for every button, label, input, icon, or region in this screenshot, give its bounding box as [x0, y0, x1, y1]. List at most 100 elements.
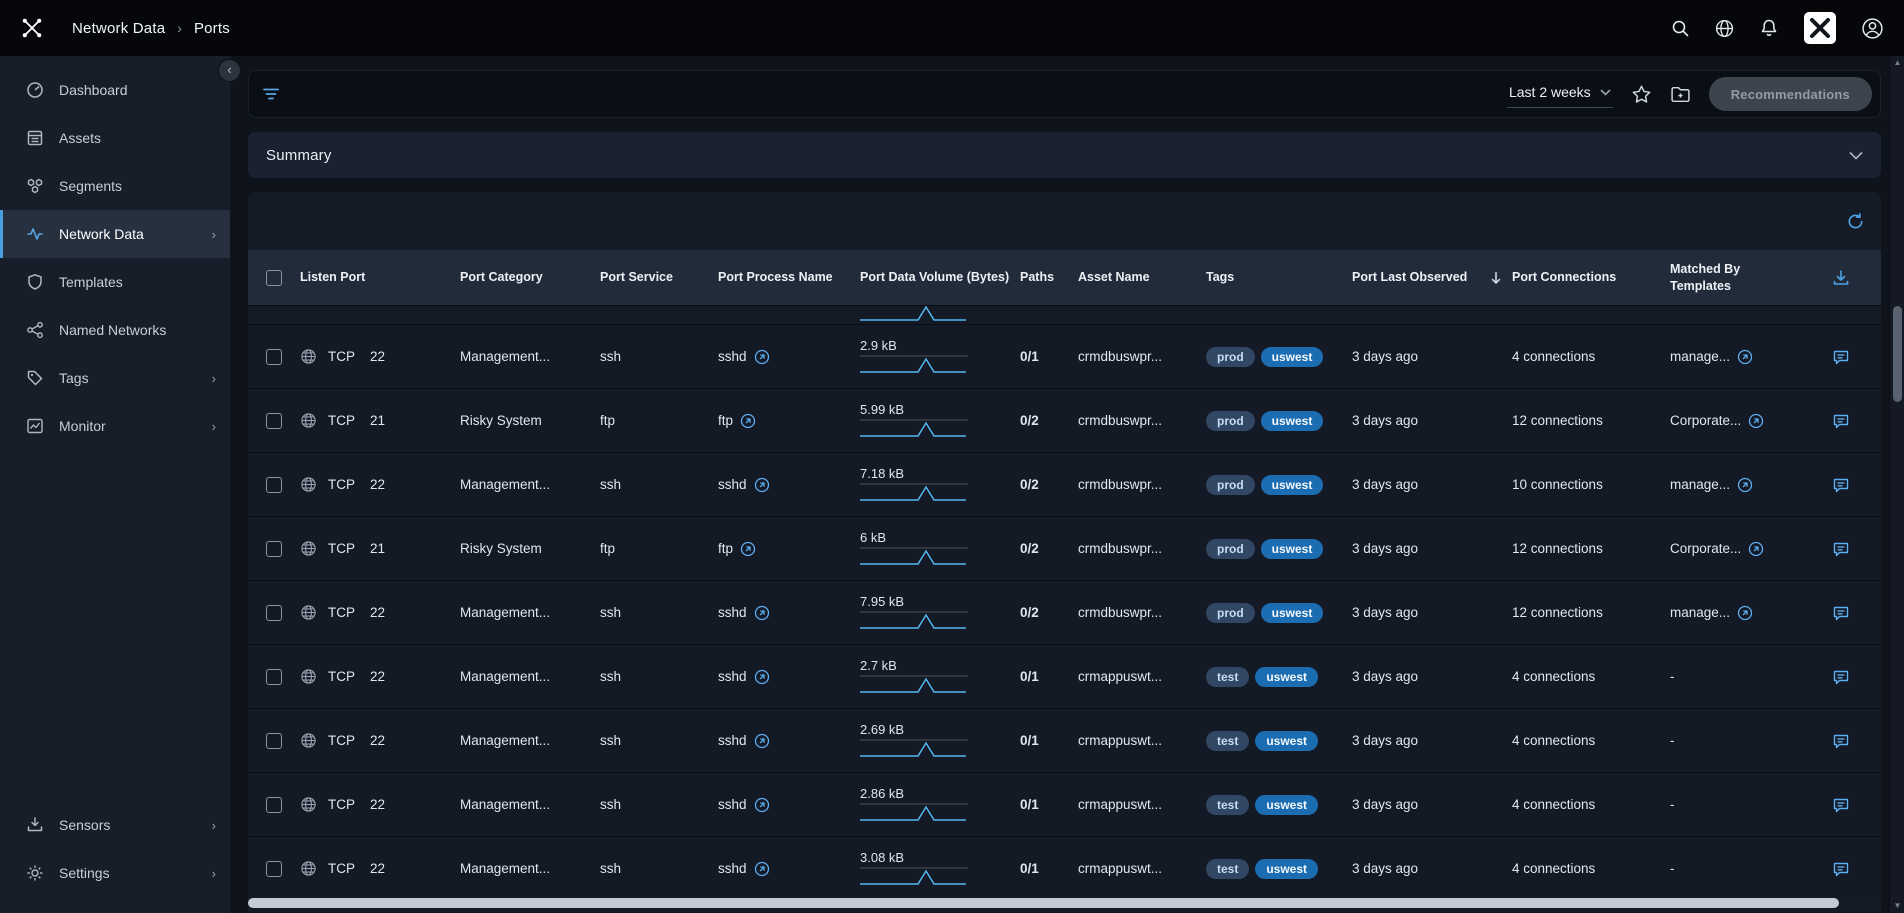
brand-badge-icon[interactable]: [1803, 11, 1837, 45]
asset-name-value[interactable]: crmappuswt...: [1078, 861, 1162, 876]
table-row[interactable]: TCP 21 Risky System ftp ftp 6 kB 0/2 crm…: [248, 516, 1881, 580]
asset-name-value[interactable]: crmdbuswpr...: [1078, 477, 1162, 492]
header-port-connections[interactable]: Port Connections: [1512, 269, 1670, 285]
open-process-link-icon[interactable]: [740, 541, 756, 557]
table-row[interactable]: TCP 21 Risky System ftp ftp 5.99 kB 0/2 …: [248, 388, 1881, 452]
sidebar-item-segments[interactable]: Segments: [0, 162, 230, 210]
paths-value[interactable]: 0/2: [1020, 541, 1039, 556]
horizontal-scrollbar[interactable]: [248, 898, 1871, 908]
open-template-link-icon[interactable]: [1737, 605, 1753, 621]
table-row[interactable]: TCP 22 Management... ssh sshd 2.86 kB 0/…: [248, 772, 1881, 836]
open-process-link-icon[interactable]: [754, 669, 770, 685]
vertical-scrollbar-thumb[interactable]: [1893, 306, 1902, 402]
row-checkbox[interactable]: [266, 413, 282, 429]
table-row[interactable]: TCP 22 Management... ssh sshd 2.9 kB 0/1…: [248, 324, 1881, 388]
open-process-link-icon[interactable]: [740, 413, 756, 429]
header-listen-port[interactable]: Listen Port: [300, 269, 460, 285]
header-port-service[interactable]: Port Service: [600, 269, 718, 285]
comments-icon[interactable]: [1832, 412, 1850, 430]
sort-descending-icon[interactable]: [1490, 271, 1502, 285]
search-icon[interactable]: [1670, 18, 1690, 38]
scroll-up-arrow[interactable]: ▲: [1890, 56, 1904, 70]
paths-value[interactable]: 0/1: [1020, 349, 1039, 364]
open-process-link-icon[interactable]: [754, 605, 770, 621]
time-range-select[interactable]: Last 2 weeks: [1507, 80, 1613, 108]
open-template-link-icon[interactable]: [1737, 349, 1753, 365]
favorite-star-icon[interactable]: [1631, 84, 1652, 105]
comments-icon[interactable]: [1832, 476, 1850, 494]
sidebar-item-tags[interactable]: Tags ›: [0, 354, 230, 402]
app-logo-icon[interactable]: [20, 16, 44, 40]
row-checkbox[interactable]: [266, 733, 282, 749]
download-icon[interactable]: [1832, 269, 1850, 287]
paths-value[interactable]: 0/1: [1020, 733, 1039, 748]
row-checkbox[interactable]: [266, 861, 282, 877]
header-port-last-observed[interactable]: Port Last Observed: [1352, 269, 1512, 285]
header-port-category[interactable]: Port Category: [460, 269, 600, 285]
table-row[interactable]: TCP 22 Management... ssh sshd 7.95 kB 0/…: [248, 580, 1881, 644]
comments-icon[interactable]: [1832, 668, 1850, 686]
row-checkbox[interactable]: [266, 541, 282, 557]
notifications-bell-icon[interactable]: [1759, 18, 1779, 38]
asset-name-value[interactable]: crmappuswt...: [1078, 797, 1162, 812]
paths-value[interactable]: 0/1: [1020, 861, 1039, 876]
sidebar-item-monitor[interactable]: Monitor ›: [0, 402, 230, 450]
header-matched-by-templates[interactable]: Matched By Templates: [1670, 261, 1802, 294]
row-checkbox[interactable]: [266, 477, 282, 493]
header-port-process-name[interactable]: Port Process Name: [718, 269, 860, 285]
filter-icon[interactable]: [261, 84, 281, 104]
chevron-down-icon[interactable]: [1849, 151, 1863, 160]
asset-name-value[interactable]: crmdbuswpr...: [1078, 413, 1162, 428]
sidebar-collapse-button[interactable]: ‹: [219, 60, 240, 81]
asset-name-value[interactable]: crmdbuswpr...: [1078, 605, 1162, 620]
comments-icon[interactable]: [1832, 604, 1850, 622]
header-port-data-volume[interactable]: Port Data Volume (Bytes): [860, 269, 1020, 285]
row-checkbox[interactable]: [266, 797, 282, 813]
comments-icon[interactable]: [1832, 796, 1850, 814]
scroll-down-arrow[interactable]: ▼: [1890, 899, 1904, 913]
open-process-link-icon[interactable]: [754, 733, 770, 749]
header-paths[interactable]: Paths: [1020, 269, 1078, 285]
profile-icon[interactable]: [1861, 17, 1884, 40]
asset-name-value[interactable]: crmdbuswpr...: [1078, 541, 1162, 556]
open-process-link-icon[interactable]: [754, 797, 770, 813]
comments-icon[interactable]: [1832, 860, 1850, 878]
asset-name-value[interactable]: crmdbuswpr...: [1078, 349, 1162, 364]
select-all-checkbox[interactable]: [266, 270, 282, 286]
paths-value[interactable]: 0/2: [1020, 605, 1039, 620]
comments-icon[interactable]: [1832, 732, 1850, 750]
open-template-link-icon[interactable]: [1748, 541, 1764, 557]
sidebar-item-dashboard[interactable]: Dashboard: [0, 66, 230, 114]
table-row[interactable]: TCP 22 Management... ssh sshd 2.69 kB 0/…: [248, 708, 1881, 772]
sidebar-item-named-networks[interactable]: Named Networks: [0, 306, 230, 354]
table-row[interactable]: TCP 22 Management... ssh sshd 3.08 kB 0/…: [248, 836, 1881, 900]
sidebar-item-network-data[interactable]: Network Data ›: [0, 210, 230, 258]
sidebar-item-sensors[interactable]: Sensors ›: [0, 801, 230, 849]
asset-name-value[interactable]: crmappuswt...: [1078, 733, 1162, 748]
sidebar-item-settings[interactable]: Settings ›: [0, 849, 230, 897]
comments-icon[interactable]: [1832, 348, 1850, 366]
header-asset-name[interactable]: Asset Name: [1078, 269, 1206, 285]
row-checkbox[interactable]: [266, 349, 282, 365]
summary-panel[interactable]: Summary: [248, 132, 1881, 178]
globe-icon[interactable]: [1714, 18, 1735, 39]
asset-name-value[interactable]: crmappuswt...: [1078, 669, 1162, 684]
recommendations-button[interactable]: Recommendations: [1709, 77, 1872, 111]
paths-value[interactable]: 0/2: [1020, 413, 1039, 428]
row-checkbox[interactable]: [266, 605, 282, 621]
horizontal-scrollbar-thumb[interactable]: [248, 898, 1839, 908]
header-tags[interactable]: Tags: [1206, 269, 1352, 285]
sidebar-item-assets[interactable]: Assets: [0, 114, 230, 162]
open-process-link-icon[interactable]: [754, 477, 770, 493]
paths-value[interactable]: 0/2: [1020, 477, 1039, 492]
save-view-folder-icon[interactable]: [1670, 84, 1691, 105]
refresh-icon[interactable]: [1846, 212, 1865, 231]
row-checkbox[interactable]: [266, 669, 282, 685]
open-template-link-icon[interactable]: [1737, 477, 1753, 493]
open-template-link-icon[interactable]: [1748, 413, 1764, 429]
vertical-scrollbar[interactable]: ▲ ▼: [1889, 56, 1904, 913]
breadcrumb-section[interactable]: Network Data: [72, 20, 165, 37]
paths-value[interactable]: 0/1: [1020, 669, 1039, 684]
comments-icon[interactable]: [1832, 540, 1850, 558]
sidebar-item-templates[interactable]: Templates: [0, 258, 230, 306]
